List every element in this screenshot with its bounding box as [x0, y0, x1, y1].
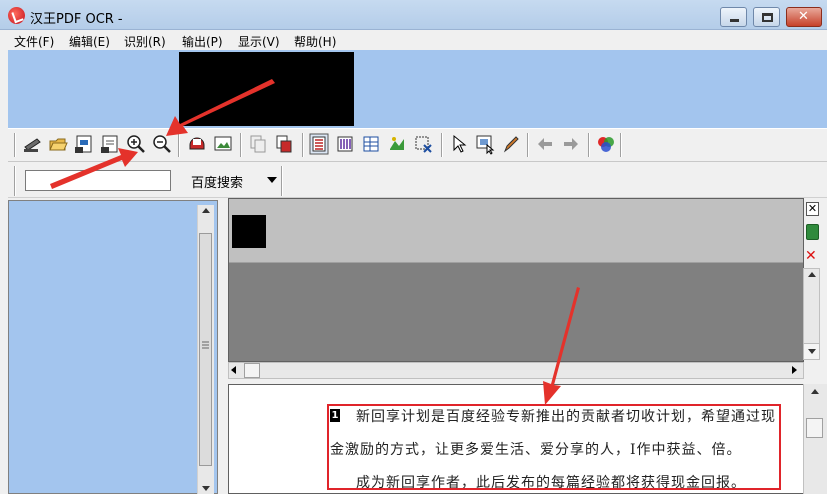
open-folder-icon[interactable] — [48, 133, 68, 155]
toolbar-separator — [14, 133, 16, 157]
delete-icon[interactable]: ✕ — [805, 248, 817, 264]
menu-view[interactable]: 显示(V) — [238, 33, 280, 50]
hscroll-thumb[interactable] — [244, 363, 260, 378]
layout-vertical-icon[interactable] — [335, 133, 355, 155]
scroll-down-icon[interactable] — [200, 484, 212, 494]
menu-edit[interactable]: 编辑(E) — [69, 33, 110, 50]
select-region-icon[interactable] — [475, 133, 495, 155]
text-result-scroll-thumb[interactable] — [806, 418, 823, 438]
minimize-icon — [730, 19, 739, 22]
toolbar-separator — [178, 133, 180, 157]
toolbar-separator — [302, 133, 304, 157]
maximize-icon — [762, 13, 773, 22]
scroll-down-icon[interactable] — [806, 347, 818, 357]
save-text-icon[interactable] — [100, 133, 120, 155]
title-bar — [0, 0, 827, 30]
scroll-up-icon[interactable] — [806, 269, 818, 279]
minimize-button[interactable] — [720, 7, 747, 27]
search-bar-separator — [281, 166, 283, 196]
scroll-left-icon[interactable] — [231, 366, 236, 374]
close-icon[interactable]: ✕ — [806, 202, 819, 216]
page-thumbnail[interactable] — [179, 52, 354, 126]
search-input[interactable] — [25, 170, 171, 191]
image-preview-band — [229, 199, 803, 263]
pen-icon[interactable] — [501, 133, 521, 155]
forward-arrow-icon[interactable] — [561, 133, 581, 155]
chevron-down-icon[interactable] — [267, 177, 277, 183]
back-arrow-icon[interactable] — [535, 133, 555, 155]
picture-region-icon[interactable] — [387, 133, 407, 155]
toolbar-separator — [240, 133, 242, 157]
grip-icon — [202, 341, 209, 349]
menu-bar: 文件(F) 编辑(E) 识别(R) 输出(P) 显示(V) 帮助(H) — [0, 30, 827, 50]
highlight-box — [327, 404, 781, 490]
app-logo-icon — [8, 7, 25, 24]
toolbar-separator — [588, 133, 590, 157]
scan-icon[interactable] — [22, 133, 42, 155]
recognize-status-icon[interactable] — [806, 224, 819, 240]
paste-icon[interactable] — [274, 133, 294, 155]
search-engine-label[interactable]: 百度搜索 — [191, 172, 243, 191]
color-icon[interactable] — [596, 133, 616, 155]
toolbar-separator — [441, 133, 443, 157]
scroll-up-icon[interactable] — [200, 205, 212, 215]
zoom-in-icon[interactable] — [126, 133, 146, 155]
panel-splitter[interactable] — [218, 198, 228, 494]
image-icon[interactable] — [213, 133, 233, 155]
save-image-icon[interactable] — [74, 133, 94, 155]
scroll-right-icon[interactable] — [792, 366, 797, 374]
table-icon[interactable] — [361, 133, 381, 155]
scroll-up-icon[interactable] — [809, 386, 821, 396]
thumbnail-area — [8, 50, 827, 128]
window-title: 汉王PDF OCR - — [30, 12, 123, 27]
text-result-scrollbar[interactable] — [803, 384, 827, 494]
menu-file[interactable]: 文件(F) — [14, 33, 54, 50]
menu-recognize[interactable]: 识别(R) — [124, 33, 166, 50]
recognize-icon[interactable] — [187, 133, 207, 155]
copy-icon[interactable] — [248, 133, 268, 155]
close-icon: ✕ — [798, 9, 809, 24]
close-button[interactable]: ✕ — [786, 7, 822, 27]
toolbar-separator — [527, 133, 529, 157]
left-panel — [8, 200, 218, 494]
menu-help[interactable]: 帮助(H) — [294, 33, 336, 50]
pointer-icon[interactable] — [449, 133, 469, 155]
upper-panel-hscrollbar[interactable] — [228, 362, 804, 379]
delete-region-icon[interactable] — [413, 133, 433, 155]
search-bar-separator — [14, 166, 16, 196]
maximize-button[interactable] — [753, 7, 780, 27]
zoom-out-icon[interactable] — [152, 133, 172, 155]
layout-horizontal-icon[interactable] — [309, 133, 329, 155]
toolbar-separator — [620, 133, 622, 157]
menu-output[interactable]: 输出(P) — [182, 33, 223, 50]
image-preview-block[interactable] — [232, 215, 266, 248]
